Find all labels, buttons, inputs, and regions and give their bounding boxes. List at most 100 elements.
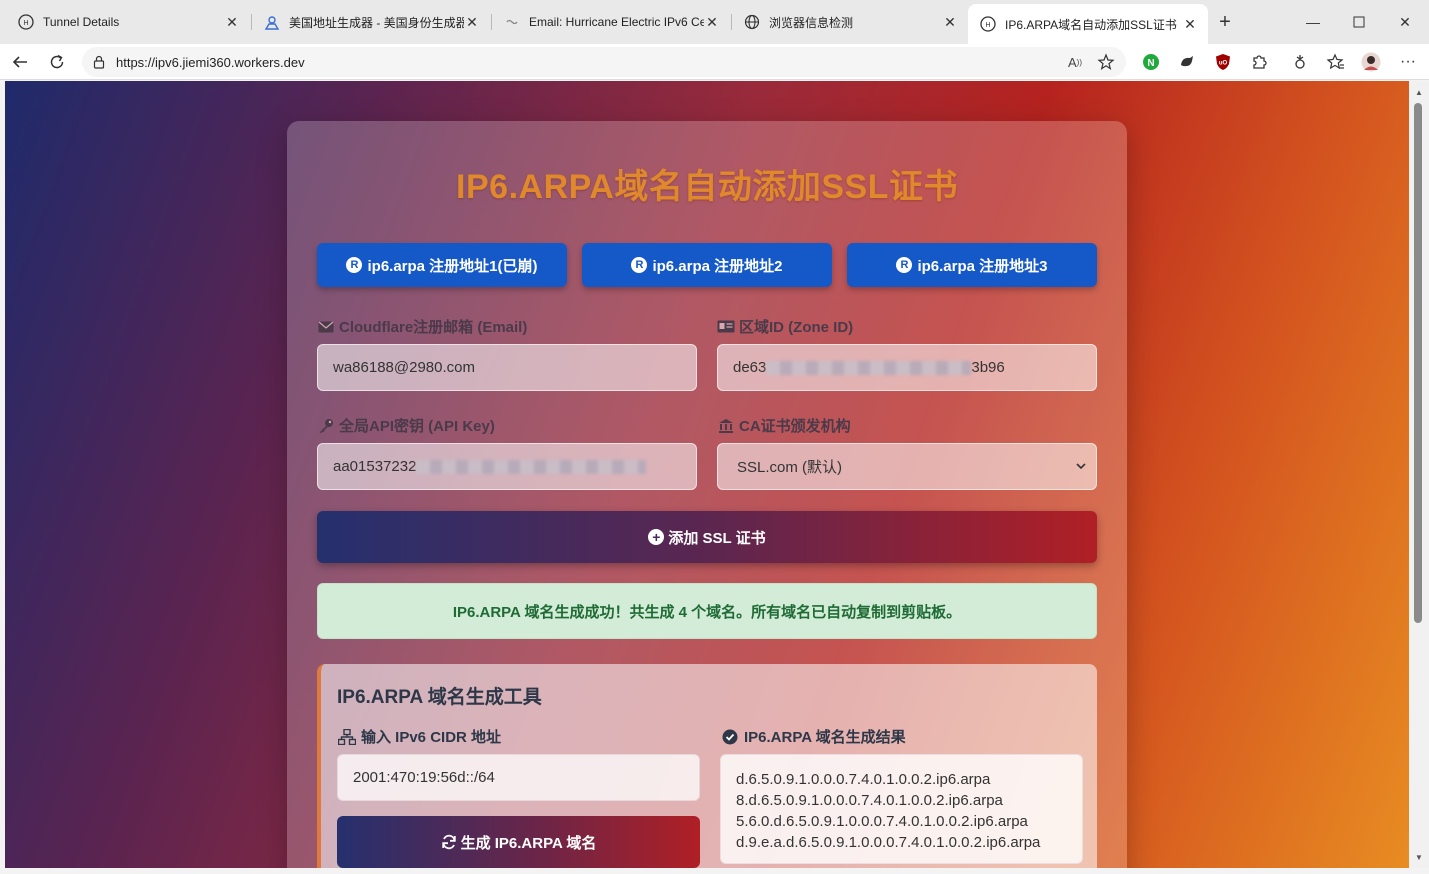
svg-text:H: H — [23, 20, 28, 27]
cidr-label-text: 输入 IPv6 CIDR 地址 — [361, 729, 502, 746]
svg-text:uO: uO — [1219, 61, 1228, 67]
minimize-button[interactable]: — — [1301, 10, 1325, 34]
tab-bar: H Tunnel Details ✕ 美国地址生成器 - 美国身份生成器 ✕ E… — [0, 0, 1429, 44]
scroll-thumb[interactable] — [1414, 103, 1422, 623]
tab-label: 浏览器信息检测 — [769, 15, 854, 30]
email-field[interactable]: wa86188@2980.com — [317, 344, 697, 391]
zone-id-field[interactable]: de63 3b96 — [717, 344, 1097, 391]
ip6-arpa-generator-panel: IP6.ARPA 域名生成工具 输入 IPv6 CIDR 地址 2001:470… — [317, 664, 1097, 868]
tab-email-hurricane[interactable]: Email: Hurricane Electric IPv6 Cert ✕ — [492, 6, 730, 38]
address-bar[interactable]: https://ipv6.jiemi360.workers.dev A)) — [82, 47, 1126, 77]
extension-green-icon[interactable]: N — [1141, 52, 1161, 72]
close-icon[interactable]: ✕ — [704, 14, 720, 30]
api-key-value-start: aa01537232 — [333, 458, 417, 475]
scroll-down-arrow-icon[interactable]: ▼ — [1413, 851, 1425, 863]
register-link-1-label: ip6.arpa 注册地址1(已崩) — [367, 257, 538, 275]
page-viewport: IP6.ARPA域名自动添加SSL证书 R ip6.arpa 注册地址1(已崩)… — [5, 81, 1409, 868]
page-title: IP6.ARPA域名自动添加SSL证书 — [456, 168, 958, 206]
svg-text:N: N — [1147, 58, 1154, 69]
tab-label: IP6.ARPA域名自动添加SSL证书 — [1005, 17, 1177, 32]
new-tab-button[interactable]: + — [1213, 10, 1237, 34]
ca-selected-value: SSL.com (默认) — [737, 459, 843, 476]
api-key-label: 全局API密钥 (API Key) — [317, 415, 495, 436]
success-message: IP6.ARPA 域名生成成功！共生成 4 个域名。所有域名已自动复制到剪贴板。 — [452, 603, 962, 621]
api-key-field[interactable]: aa01537232 — [317, 443, 697, 490]
generate-label: 生成 IP6.ARPA 域名 — [460, 834, 597, 852]
results-textarea[interactable]: d.6.5.0.9.1.0.0.0.7.4.0.1.0.0.2.ip6.arpa… — [720, 754, 1083, 864]
cidr-input[interactable]: 2001:470:19:56d::/64 — [337, 754, 700, 801]
results-label-text: IP6.ARPA 域名生成结果 — [744, 729, 906, 746]
redacted-blur — [766, 360, 972, 375]
email-label-text: Cloudflare注册邮箱 (Email) — [339, 319, 528, 336]
results-label: IP6.ARPA 域名生成结果 — [720, 726, 906, 747]
zone-id-value-start: de63 — [733, 359, 767, 376]
check-circle-icon — [720, 729, 740, 745]
key-icon — [317, 418, 335, 434]
ca-label: CA证书颁发机构 — [717, 415, 851, 436]
add-ssl-button[interactable]: + 添加 SSL 证书 — [317, 511, 1097, 563]
favorites-collection-icon[interactable] — [1326, 52, 1346, 72]
result-line: 5.6.0.d.6.5.0.9.1.0.0.0.7.4.0.1.0.0.2.ip… — [736, 813, 1028, 830]
id-card-icon — [717, 319, 735, 335]
ca-select[interactable]: SSL.com (默认) — [717, 443, 1097, 490]
envelope-icon — [317, 319, 335, 335]
he-logo-icon: H — [18, 14, 34, 30]
zone-id-label-text: 区域ID (Zone ID) — [739, 319, 854, 336]
more-menu-icon[interactable]: ··· — [1398, 52, 1418, 72]
tab-tunnel-details[interactable]: H Tunnel Details ✕ — [6, 6, 250, 38]
zone-id-value-end: 3b96 — [971, 359, 1005, 376]
extension-dark-icon[interactable] — [1177, 52, 1197, 72]
email-value: wa86188@2980.com — [333, 359, 475, 376]
close-icon[interactable]: ✕ — [464, 14, 480, 30]
add-ssl-label: 添加 SSL 证书 — [668, 529, 766, 547]
refresh-button[interactable] — [45, 50, 69, 74]
close-window-button[interactable]: ✕ — [1393, 10, 1417, 34]
tab-label: Tunnel Details — [43, 15, 120, 29]
back-button[interactable] — [8, 50, 32, 74]
close-icon[interactable]: ✕ — [1182, 16, 1198, 32]
register-link-2-button[interactable]: R ip6.arpa 注册地址2 — [582, 243, 832, 287]
result-line: 8.d.6.5.0.9.1.0.0.0.7.4.0.1.0.0.2.ip6.ar… — [736, 792, 1003, 809]
main-card: IP6.ARPA域名自动添加SSL证书 R ip6.arpa 注册地址1(已崩)… — [287, 121, 1127, 868]
register-link-2-label: ip6.arpa 注册地址2 — [652, 257, 783, 275]
mail-loading-icon — [504, 14, 520, 30]
cidr-value: 2001:470:19:56d::/64 — [353, 769, 495, 786]
page-scrollbar[interactable]: ▲ ▼ — [1409, 81, 1429, 868]
tab-browser-info[interactable]: 浏览器信息检测 ✕ — [732, 6, 968, 38]
ublock-icon[interactable]: uO — [1213, 52, 1233, 72]
tab-ip6-arpa-ssl[interactable]: H IP6.ARPA域名自动添加SSL证书 ✕ — [968, 4, 1208, 44]
lock-icon[interactable] — [92, 55, 106, 69]
chevron-down-icon — [1076, 463, 1086, 470]
registered-icon: R — [346, 257, 363, 273]
success-alert: IP6.ARPA 域名生成成功！共生成 4 个域名。所有域名已自动复制到剪贴板。 — [317, 583, 1097, 639]
ca-label-text: CA证书颁发机构 — [739, 418, 851, 435]
plus-circle-icon: + — [648, 529, 665, 545]
redacted-blur — [416, 459, 647, 474]
tab-label: Email: Hurricane Electric IPv6 Cert — [529, 15, 704, 29]
scroll-up-arrow-icon[interactable]: ▲ — [1413, 86, 1425, 98]
puzzle-extensions-icon[interactable] — [1249, 52, 1269, 72]
registered-icon: R — [631, 257, 648, 273]
result-line: d.6.5.0.9.1.0.0.0.7.4.0.1.0.0.2.ip6.arpa — [736, 771, 991, 788]
close-icon[interactable]: ✕ — [224, 14, 240, 30]
network-icon — [337, 728, 357, 745]
api-key-label-text: 全局API密钥 (API Key) — [339, 418, 495, 435]
bank-icon — [717, 418, 735, 434]
zone-id-label: 区域ID (Zone ID) — [717, 316, 853, 337]
generate-ip6-arpa-button[interactable]: 生成 IP6.ARPA 域名 — [337, 816, 700, 868]
tool-title: IP6.ARPA 域名生成工具 — [337, 687, 542, 708]
cidr-label: 输入 IPv6 CIDR 地址 — [337, 726, 501, 747]
maximize-button[interactable] — [1347, 10, 1371, 34]
url-text[interactable]: https://ipv6.jiemi360.workers.dev — [116, 55, 1064, 70]
person-location-icon — [264, 14, 280, 30]
svg-text:H: H — [985, 22, 990, 29]
close-icon[interactable]: ✕ — [942, 14, 958, 30]
register-link-3-button[interactable]: R ip6.arpa 注册地址3 — [847, 243, 1097, 287]
tab-us-address-generator[interactable]: 美国地址生成器 - 美国身份生成器 ✕ — [252, 6, 490, 38]
favorite-star-icon[interactable] — [1095, 51, 1117, 73]
register-link-3-label: ip6.arpa 注册地址3 — [917, 257, 1048, 275]
profile-avatar[interactable] — [1361, 52, 1381, 72]
register-link-1-button[interactable]: R ip6.arpa 注册地址1(已崩) — [317, 243, 567, 287]
read-aloud-icon[interactable]: A)) — [1064, 51, 1086, 73]
settings-sync-icon[interactable] — [1290, 52, 1310, 72]
